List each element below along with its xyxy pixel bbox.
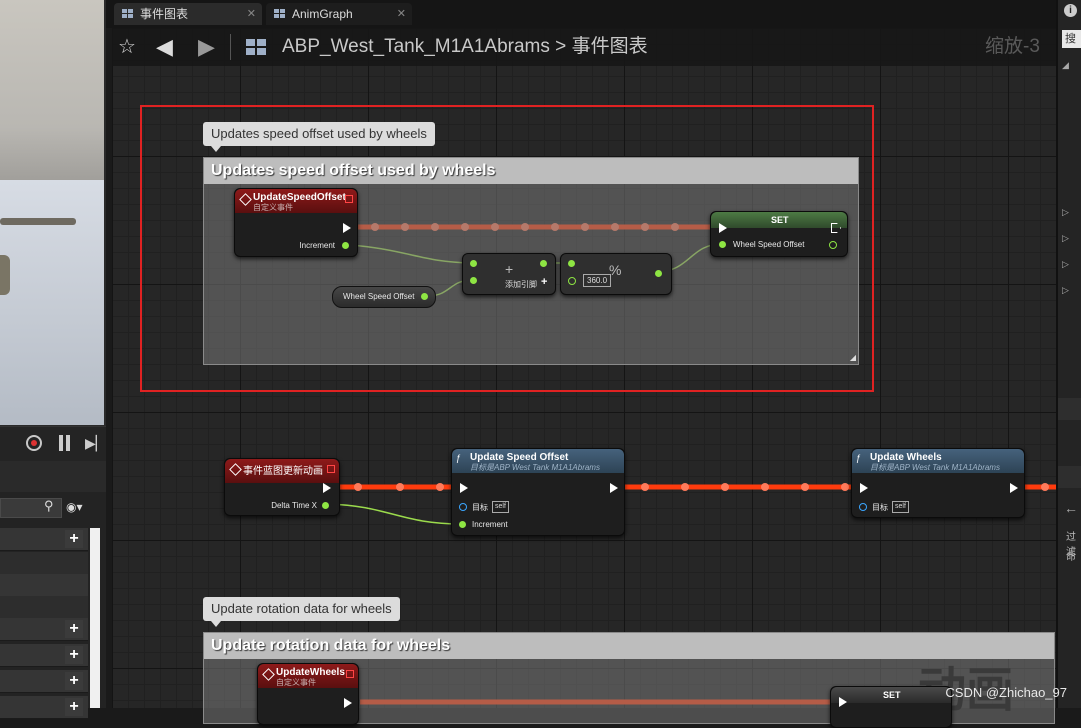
pin-label: Increment (299, 241, 335, 250)
exec-in-pin[interactable] (719, 223, 727, 233)
exec-in-pin[interactable] (839, 697, 847, 707)
breadcrumb-graph[interactable]: 事件图表 (572, 36, 648, 57)
add-symbol: + (505, 261, 514, 277)
function-icon: ƒ (856, 453, 862, 463)
float-out-pin[interactable] (421, 293, 428, 300)
right-search-input[interactable]: 搜 (1062, 30, 1081, 48)
float-in-pin[interactable] (719, 241, 726, 248)
panel-section-header[interactable] (1058, 398, 1081, 420)
set-node-2[interactable]: SET (830, 686, 952, 728)
pin-label: 目标 (872, 503, 888, 512)
forward-arrow-icon[interactable]: ▶ (198, 28, 215, 66)
delegate-pin-icon[interactable] (327, 465, 335, 473)
exec-in-pin[interactable] (860, 483, 868, 493)
add-node[interactable]: + 添加引脚 + (462, 253, 556, 295)
expand-arrow-icon[interactable]: ▷ (1062, 207, 1069, 218)
float-in-pin[interactable] (470, 277, 477, 284)
exec-out-pin[interactable] (344, 698, 352, 708)
exec-out-pin[interactable] (343, 223, 351, 233)
modulo-node[interactable]: 360.0 % (560, 253, 672, 295)
collapse-arrow-icon[interactable]: ◢ (1062, 60, 1069, 71)
node-title: 事件蓝图更新动画 (243, 466, 323, 477)
pin-label: Delta Time X (271, 501, 317, 510)
exec-out-pin[interactable] (610, 483, 618, 493)
pin-label: Increment (472, 520, 508, 529)
back-arrow-icon[interactable]: ◀ (156, 28, 173, 66)
exec-in-pin[interactable] (460, 483, 468, 493)
info-icon[interactable]: i (1064, 4, 1077, 17)
node-subtitle: 自定义事件 (253, 203, 293, 212)
event-node-update-wheels[interactable]: UpdateWheels 自定义事件 (257, 663, 359, 725)
watermark-text: CSDN @Zhichao_97 (945, 685, 1067, 700)
node-title: SET (771, 215, 789, 225)
back-arrow-icon[interactable]: ← (1064, 500, 1078, 516)
panel-section-header[interactable] (1058, 466, 1081, 488)
float-in-pin[interactable] (459, 521, 466, 528)
add-pin-icon[interactable]: + (541, 276, 547, 288)
node-subtitle: 目标是ABP West Tank M1A1Abrams (470, 463, 600, 472)
delegate-pin-icon[interactable] (345, 195, 353, 203)
set-node-wheel-speed-offset[interactable]: SET Wheel Speed Offset (710, 211, 848, 257)
object-in-pin[interactable] (459, 503, 467, 511)
float-in-pin[interactable] (568, 260, 575, 267)
node-title: SET (883, 690, 901, 700)
variable-label: Wheel Speed Offset (343, 292, 415, 301)
float-out-pin[interactable] (655, 270, 662, 277)
delegate-pin-icon[interactable] (346, 670, 354, 678)
pin-label: 目标 (472, 503, 488, 512)
graph-icon (246, 39, 268, 55)
breadcrumb-separator: > (555, 36, 567, 57)
float-out-pin[interactable] (322, 502, 329, 509)
variable-get-wheel-speed-offset[interactable]: Wheel Speed Offset (332, 286, 436, 308)
self-value: self (892, 501, 909, 513)
right-panel-item[interactable]: 命 (1066, 548, 1076, 563)
add-pin-label[interactable]: 添加引脚 (505, 279, 537, 290)
zoom-level: 缩放-3 (985, 36, 1040, 57)
exec-out-pin[interactable] (1010, 483, 1018, 493)
float-in-pin[interactable] (470, 260, 477, 267)
expand-arrow-icon[interactable]: ▷ (1062, 233, 1069, 244)
breadcrumb: ABP_West_Tank_M1A1Abrams > 事件图表 (282, 28, 648, 66)
breadcrumb-asset[interactable]: ABP_West_Tank_M1A1Abrams (282, 36, 550, 57)
event-node-update-speed-offset[interactable]: UpdateSpeedOffset 自定义事件 Increment (234, 188, 358, 257)
event-node-blueprint-update-animation[interactable]: 事件蓝图更新动画 Delta Time X (224, 458, 340, 516)
object-in-pin[interactable] (859, 503, 867, 511)
node-subtitle: 自定义事件 (276, 678, 316, 687)
modulo-value-input[interactable]: 360.0 (583, 274, 612, 287)
self-value: self (492, 501, 509, 513)
float-out-pin[interactable] (540, 260, 547, 267)
float-out-pin[interactable] (342, 242, 349, 249)
expand-arrow-icon[interactable]: ▷ (1062, 259, 1069, 270)
float-out-pin[interactable] (829, 241, 837, 249)
function-call-update-wheels[interactable]: ƒ Update Wheels 目标是ABP West Tank M1A1Abr… (851, 448, 1025, 518)
exec-out-pin[interactable] (323, 483, 331, 493)
right-details-panel: i 搜 ◢ ▷ ▷ ▷ ▷ ← 过滤 命 (1056, 0, 1081, 708)
float-wire (327, 503, 463, 525)
modulo-symbol: % (609, 262, 622, 278)
function-icon: ƒ (456, 453, 462, 463)
node-subtitle: 目标是ABP West Tank M1A1Abrams (870, 463, 1000, 472)
function-call-update-speed-offset[interactable]: ƒ Update Speed Offset 目标是ABP West Tank M… (451, 448, 625, 536)
star-icon[interactable]: ☆ (118, 28, 136, 66)
pin-label: Wheel Speed Offset (733, 240, 805, 249)
toolbar-divider (230, 34, 231, 60)
expand-arrow-icon[interactable]: ▷ (1062, 285, 1069, 296)
float-in-pin[interactable] (568, 277, 576, 285)
comment-bubble[interactable]: Update rotation data for wheels (203, 597, 400, 627)
